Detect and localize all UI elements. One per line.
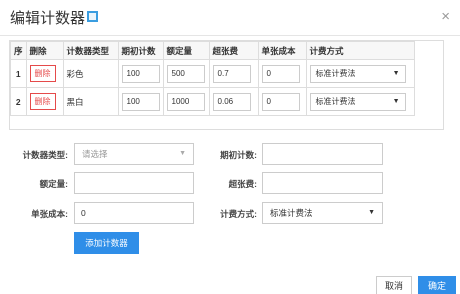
billing-method-value: 标准计费法 bbox=[315, 68, 356, 78]
initial-count-field[interactable] bbox=[262, 143, 383, 165]
billing-method-value: 标准计费法 bbox=[315, 96, 356, 106]
quota-cell: 1000 bbox=[162, 87, 210, 116]
unit-cost-field[interactable]: 0 bbox=[74, 202, 194, 224]
counter-type-label: 计数器类型: bbox=[22, 150, 68, 160]
billing-method-select[interactable]: 标准计费法 ▼ bbox=[309, 92, 406, 111]
initial-cell: 100 bbox=[117, 59, 164, 88]
initial-count-input[interactable]: 100 bbox=[121, 64, 160, 83]
billing-method-select[interactable]: 标准计费法 ▼ bbox=[309, 64, 406, 83]
dialog-header: 编辑计数器 × bbox=[0, 0, 460, 36]
cost-cell: 0 bbox=[257, 59, 307, 88]
overage-fee-input[interactable]: 0.7 bbox=[212, 64, 251, 83]
table-header-row: 序 删除 计数器类型 期初计数 额定量 超张费 单张成本 计费方式 bbox=[10, 41, 415, 60]
initial-cell: 100 bbox=[117, 87, 164, 116]
row-index: 2 bbox=[10, 87, 27, 116]
unit-cost-input[interactable]: 0 bbox=[261, 92, 300, 111]
billing-cell: 标准计费法 ▼ bbox=[305, 59, 415, 88]
overage-fee-input[interactable]: 0.06 bbox=[212, 92, 251, 111]
initial-count-input[interactable]: 100 bbox=[121, 92, 160, 111]
chevron-down-icon: ▼ bbox=[392, 69, 400, 77]
type-cell: 黑白 bbox=[62, 87, 119, 116]
delete-cell: 删除 bbox=[25, 87, 64, 116]
overage-fee-field[interactable] bbox=[262, 172, 383, 194]
col-header-type: 计数器类型 bbox=[62, 41, 119, 60]
counter-table-container: 序 删除 计数器类型 期初计数 额定量 超张费 单张成本 计费方式 1 删除 彩… bbox=[9, 40, 444, 130]
billing-method-label: 计费方式: bbox=[220, 209, 257, 219]
initial-count-label: 期初计数: bbox=[220, 150, 257, 160]
quota-cell: 500 bbox=[162, 59, 210, 88]
col-header-delete: 删除 bbox=[25, 41, 64, 60]
col-header-index: 序 bbox=[10, 41, 27, 60]
unit-cost-input[interactable]: 0 bbox=[261, 64, 300, 83]
add-counter-button[interactable]: 添加计数器 bbox=[74, 232, 139, 254]
col-header-initial: 期初计数 bbox=[117, 41, 164, 60]
maximize-icon[interactable] bbox=[87, 11, 98, 22]
edit-counter-dialog: 编辑计数器 × 序 删除 计数器类型 期初计数 额定量 超张费 单张成本 计费方… bbox=[0, 0, 460, 294]
overage-fee-label: 超张费: bbox=[228, 179, 257, 189]
quota-input[interactable]: 500 bbox=[166, 64, 205, 83]
close-icon[interactable]: × bbox=[441, 9, 450, 24]
table-row: 1 删除 彩色 100 500 0.7 0 标准计费法 ▼ bbox=[10, 59, 415, 88]
cancel-button[interactable]: 取消 bbox=[376, 276, 412, 294]
overage-cell: 0.06 bbox=[208, 87, 259, 116]
billing-cell: 标准计费法 ▼ bbox=[305, 87, 415, 116]
type-cell: 彩色 bbox=[62, 59, 119, 88]
delete-button[interactable]: 删除 bbox=[29, 65, 56, 82]
quota-input[interactable]: 1000 bbox=[166, 92, 205, 111]
col-header-cost: 单张成本 bbox=[257, 41, 307, 60]
counter-type-select[interactable]: 请选择 ▼ bbox=[74, 143, 194, 165]
quota-field[interactable] bbox=[74, 172, 194, 194]
chevron-down-icon: ▼ bbox=[179, 150, 186, 157]
row-index: 1 bbox=[10, 59, 27, 88]
col-header-quota: 额定量 bbox=[162, 41, 210, 60]
quota-label: 额定量: bbox=[39, 179, 68, 189]
counter-table: 序 删除 计数器类型 期初计数 额定量 超张费 单张成本 计费方式 1 删除 彩… bbox=[10, 41, 415, 116]
delete-cell: 删除 bbox=[25, 59, 64, 88]
billing-method-form-value: 标准计费法 bbox=[270, 208, 313, 218]
col-header-overage: 超张费 bbox=[208, 41, 259, 60]
overage-cell: 0.7 bbox=[208, 59, 259, 88]
col-header-billing: 计费方式 bbox=[305, 41, 415, 60]
chevron-down-icon: ▼ bbox=[392, 97, 400, 105]
delete-button[interactable]: 删除 bbox=[29, 93, 56, 110]
unit-cost-label: 单张成本: bbox=[31, 209, 68, 219]
dialog-title: 编辑计数器 bbox=[10, 10, 86, 27]
counter-type-placeholder: 请选择 bbox=[82, 149, 108, 159]
chevron-down-icon: ▼ bbox=[368, 209, 375, 216]
confirm-button[interactable]: 确定 bbox=[418, 276, 456, 294]
cost-cell: 0 bbox=[257, 87, 307, 116]
billing-method-form-select[interactable]: 标准计费法 ▼ bbox=[262, 202, 383, 224]
table-row: 2 删除 黑白 100 1000 0.06 0 标准计费法 ▼ bbox=[10, 87, 415, 116]
